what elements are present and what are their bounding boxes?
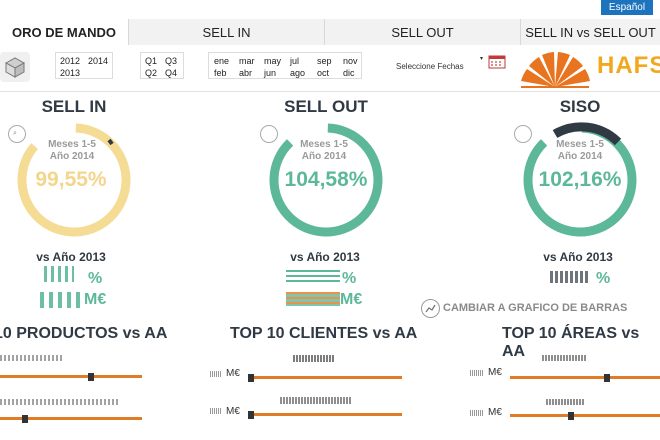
- kpi-year-sell-in: Año 2014: [49, 151, 95, 162]
- unit-percent: %: [596, 270, 611, 287]
- header-separator: [0, 91, 660, 92]
- slider-track: [510, 376, 660, 379]
- unit-percent: %: [342, 270, 357, 287]
- company-logo-icon: [517, 47, 593, 89]
- redacted-label: [280, 397, 352, 404]
- kpi-vs-sell-in: vs Año 2013: [36, 250, 106, 264]
- kpi-title-sell-out: SELL OUT: [284, 97, 368, 116]
- quarter-option[interactable]: Q2: [145, 68, 157, 78]
- slider-track: [510, 414, 660, 417]
- slider-knob[interactable]: [604, 374, 610, 382]
- slider-knob[interactable]: [248, 411, 254, 419]
- redacted-bar: [550, 271, 590, 283]
- unit-meur: M€: [84, 291, 107, 308]
- year-option[interactable]: 2014: [88, 56, 108, 66]
- month-option[interactable]: abr: [239, 68, 252, 78]
- chart-switch-icon[interactable]: [421, 299, 440, 318]
- month-option[interactable]: feb: [214, 68, 227, 78]
- month-option[interactable]: nov: [343, 56, 358, 66]
- dropdown-arrow-icon[interactable]: ▾: [480, 55, 483, 62]
- kpi-vs-siso: vs Año 2013: [543, 250, 613, 264]
- kpi-period-siso: Meses 1-5: [556, 139, 604, 150]
- kpi-year-siso: Año 2014: [557, 151, 603, 162]
- redacted-bar: [286, 270, 340, 282]
- switch-chart-button[interactable]: CAMBIAR A GRAFICO DE BARRAS: [443, 302, 627, 314]
- calendar-icon[interactable]: [488, 54, 506, 69]
- kpi-title-siso: SISO: [559, 97, 601, 116]
- unit-meur: M€: [340, 291, 363, 308]
- date-label: Seleccione Fechas: [396, 62, 464, 71]
- quarter-option[interactable]: Q1: [145, 56, 157, 66]
- month-option[interactable]: jul: [290, 56, 299, 66]
- month-option[interactable]: ago: [290, 68, 305, 78]
- year-option[interactable]: 2012: [60, 56, 80, 66]
- redacted-label: [542, 355, 586, 361]
- top-products-title: 10 PRODUCTOS vs AA: [0, 325, 168, 342]
- redacted-label: [0, 399, 120, 405]
- month-option[interactable]: jun: [264, 68, 276, 78]
- redacted-bar: [286, 292, 340, 306]
- tab-dashboard[interactable]: ORO DE MANDO: [0, 19, 128, 45]
- kpi-period-sell-out: Meses 1-5: [300, 139, 348, 150]
- kpi-title-sell-in: SELL IN: [41, 97, 107, 116]
- redacted-label: [293, 355, 335, 362]
- value-unit: M€: [488, 367, 502, 378]
- slider-knob[interactable]: [22, 415, 28, 423]
- tab-sell-in[interactable]: SELL IN: [128, 19, 324, 45]
- slider-track: [0, 375, 142, 378]
- kpi-vs-sell-out: vs Año 2013: [290, 250, 360, 264]
- redacted-label: [0, 355, 64, 361]
- redacted-value: [210, 371, 222, 377]
- kpi-value-siso: 102,16%: [538, 168, 622, 191]
- slider-track: [248, 413, 402, 416]
- quarter-option[interactable]: Q3: [165, 56, 177, 66]
- value-unit: M€: [226, 368, 240, 379]
- slider-knob[interactable]: [88, 373, 94, 381]
- logo-text: HAFS: [597, 52, 660, 79]
- redacted-value: [470, 410, 484, 416]
- month-filter: [208, 52, 362, 79]
- year-option[interactable]: 2013: [60, 68, 80, 78]
- redacted-label: [546, 399, 584, 405]
- slider-knob[interactable]: [248, 374, 254, 382]
- value-unit: M€: [226, 406, 240, 417]
- month-option[interactable]: sep: [317, 56, 332, 66]
- tab-sell-in-vs-sell-out[interactable]: SELL IN vs SELL OUT: [520, 19, 660, 45]
- slider-knob[interactable]: [568, 412, 574, 420]
- month-option[interactable]: oct: [317, 68, 329, 78]
- slider-track: [248, 376, 402, 379]
- language-button[interactable]: Español: [601, 0, 653, 15]
- month-option[interactable]: may: [264, 56, 281, 66]
- month-option[interactable]: ene: [214, 56, 229, 66]
- value-unit: M€: [488, 407, 502, 418]
- month-option[interactable]: dic: [343, 68, 355, 78]
- quarter-option[interactable]: Q4: [165, 68, 177, 78]
- kpi-period-sell-in: Meses 1-5: [48, 139, 96, 150]
- kpi-value-sell-out: 104,58%: [284, 168, 368, 191]
- box-icon: [0, 52, 30, 82]
- kpi-value-sell-in: 99,55%: [35, 168, 107, 191]
- redacted-bar: [44, 266, 74, 282]
- month-option[interactable]: mar: [239, 56, 255, 66]
- redacted-bar: [40, 292, 80, 308]
- redacted-value: [210, 408, 222, 414]
- kpi-year-sell-out: Año 2014: [301, 151, 347, 162]
- top-clients-title: TOP 10 CLIENTES vs AA: [230, 325, 418, 342]
- tab-sell-out[interactable]: SELL OUT: [324, 19, 520, 45]
- redacted-value: [470, 370, 484, 376]
- unit-percent: %: [88, 270, 103, 287]
